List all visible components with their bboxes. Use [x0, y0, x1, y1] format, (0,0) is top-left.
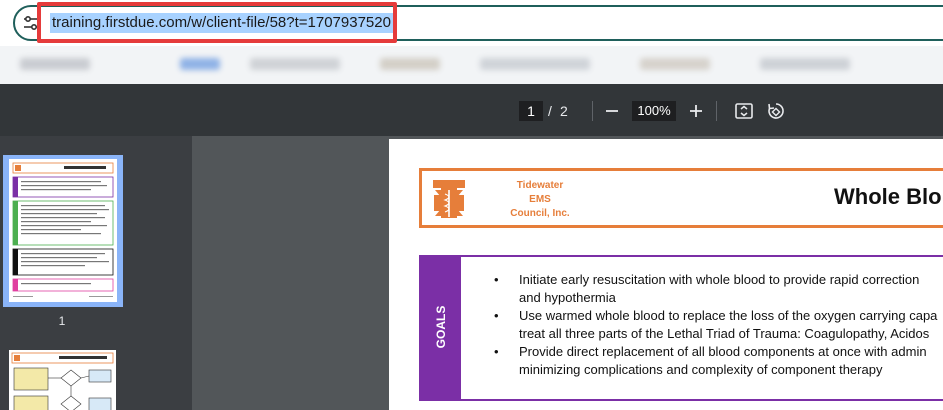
- rotate-icon: [768, 103, 784, 119]
- bookmark-item[interactable]: [20, 58, 90, 70]
- goals-section: GOALS Initiate early resuscitation with …: [419, 255, 943, 401]
- page-total: 2: [560, 103, 568, 119]
- plus-icon: [690, 105, 702, 117]
- org-name-line: Tidewater: [516, 180, 564, 191]
- page-thumbnail-2[interactable]: [9, 350, 116, 410]
- goal-item: Provide direct replacement of all blood …: [491, 343, 943, 361]
- thumbnail-preview: [11, 352, 114, 410]
- bookmark-item[interactable]: [250, 58, 340, 70]
- goals-tab: GOALS: [421, 257, 461, 399]
- goal-item-continued: treat all three parts of the Lethal Tria…: [519, 326, 930, 341]
- zoom-level-input[interactable]: 100%: [632, 101, 676, 121]
- goal-item: Use warmed whole blood to replace the lo…: [491, 307, 943, 325]
- thumbnail-label: 1: [58, 314, 66, 328]
- page-separator: /: [548, 103, 552, 119]
- org-name-line: EMS: [529, 194, 551, 205]
- page-thumbnail-image: [9, 159, 117, 302]
- org-name-line: Council, Inc.: [510, 208, 570, 219]
- thumbnail-sidebar: 1: [0, 136, 192, 410]
- page-number-input[interactable]: 1: [519, 101, 543, 121]
- tems-logo-icon: [432, 178, 466, 220]
- rotate-button[interactable]: [764, 99, 788, 123]
- goals-label: GOALS: [434, 305, 448, 349]
- toolbar-divider: [592, 101, 593, 121]
- goal-item-continued: and hypothermia: [519, 290, 616, 305]
- org-name: Tidewater EMS Council, Inc.: [480, 179, 600, 221]
- bookmark-item[interactable]: [380, 58, 440, 70]
- thumbnail-preview: [12, 162, 114, 297]
- minus-icon: [606, 110, 618, 112]
- goal-item-continued: minimizing complications and complexity …: [519, 362, 883, 377]
- page-thumbnail-1[interactable]: [3, 155, 123, 307]
- toolbar-divider: [716, 101, 717, 121]
- fit-page-button[interactable]: [732, 99, 756, 123]
- document-header: Tidewater EMS Council, Inc. Whole Blo: [419, 168, 943, 228]
- zoom-in-button[interactable]: [684, 99, 708, 123]
- pdf-toolbar: 1 / 2 100%: [0, 84, 943, 136]
- bookmark-item[interactable]: [640, 58, 710, 70]
- zoom-out-button[interactable]: [600, 99, 624, 123]
- document-title: Whole Blo: [834, 184, 942, 209]
- bookmark-item[interactable]: [480, 58, 590, 70]
- document-viewport[interactable]: Tidewater EMS Council, Inc. Whole Blo GO…: [192, 136, 943, 410]
- bookmark-item[interactable]: [760, 58, 850, 70]
- url-highlight-box: [37, 2, 397, 43]
- goals-list: Initiate early resuscitation with whole …: [491, 271, 943, 379]
- goal-item: Initiate early resuscitation with whole …: [491, 271, 943, 289]
- pdf-page: Tidewater EMS Council, Inc. Whole Blo GO…: [389, 139, 943, 410]
- fit-page-icon: [735, 103, 753, 119]
- bookmarks-bar: [0, 46, 943, 84]
- browser-toolbar: training.firstdue.com/w/client-file/58?t…: [0, 0, 943, 46]
- bookmark-item[interactable]: [180, 58, 220, 70]
